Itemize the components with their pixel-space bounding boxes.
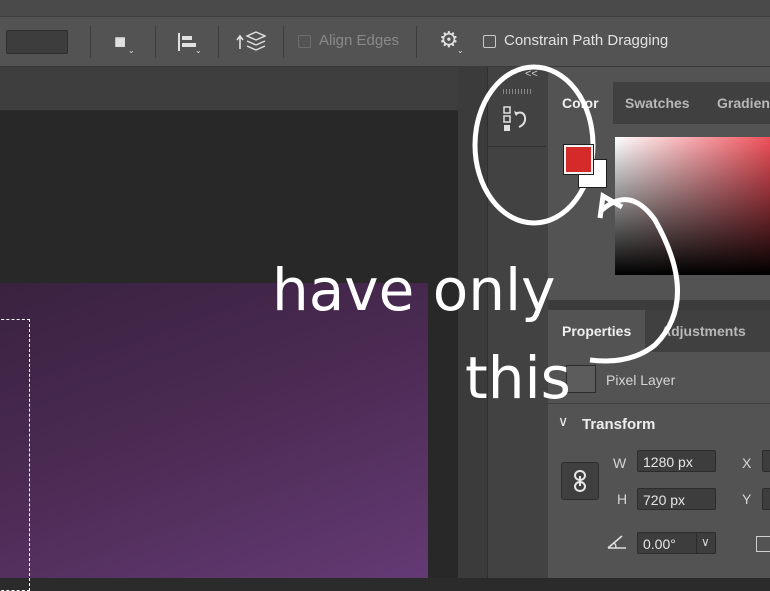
checkbox-partial[interactable] <box>756 536 770 552</box>
x-label: X <box>742 455 752 471</box>
transform-section-title[interactable]: Transform <box>582 416 655 433</box>
y-field[interactable] <box>762 488 770 510</box>
field-divider <box>696 533 697 553</box>
menu-strip <box>0 0 770 17</box>
collapse-dock-icon[interactable]: << <box>525 68 538 80</box>
height-field[interactable]: 720 px <box>637 488 716 510</box>
options-separator <box>155 26 156 58</box>
chevron-down-icon[interactable]: ⌄ <box>128 46 135 55</box>
dock-grip[interactable] <box>503 89 531 94</box>
collapsed-panel-dock <box>487 67 549 578</box>
section-divider <box>548 403 770 404</box>
chevron-down-icon[interactable]: ∨ <box>558 413 568 430</box>
arrange-layers-icon[interactable] <box>236 29 267 55</box>
align-edges-checkbox[interactable] <box>298 35 311 48</box>
square-fill-icon[interactable]: ■ <box>114 32 126 52</box>
chevron-down-icon[interactable]: ⌄ <box>457 46 464 55</box>
options-input-field[interactable] <box>6 30 68 54</box>
selection-marquee <box>0 319 30 591</box>
chevron-down-icon[interactable]: ⌄ <box>195 46 202 55</box>
foreground-color-swatch[interactable] <box>563 144 594 175</box>
y-label: Y <box>742 491 752 507</box>
options-separator <box>90 26 91 58</box>
document-tab-strip <box>0 67 458 111</box>
options-separator <box>283 26 284 58</box>
x-field[interactable] <box>762 450 770 472</box>
dock-divider <box>488 146 546 147</box>
angle-icon <box>606 533 628 551</box>
tab-adjustments[interactable]: Adjustments <box>647 310 760 352</box>
options-separator <box>218 26 219 58</box>
height-label: H <box>617 491 628 507</box>
width-field[interactable]: 1280 px <box>637 450 716 472</box>
tab-properties[interactable]: Properties <box>548 310 646 352</box>
chevron-down-icon[interactable]: ∨ <box>701 535 710 549</box>
tab-color[interactable]: Color <box>548 82 613 124</box>
align-edges-label: Align Edges <box>319 32 400 49</box>
width-label: W <box>613 455 627 471</box>
color-panel-tabs: Color Swatches Gradients <box>548 82 770 124</box>
constrain-path-checkbox[interactable] <box>483 35 496 48</box>
properties-panel-tabs: Properties Adjustments <box>548 310 770 352</box>
pixel-layer-icon <box>566 365 596 393</box>
layer-type-label: Pixel Layer <box>606 372 676 388</box>
color-picker-field[interactable] <box>615 137 770 275</box>
dock-gutter <box>458 67 487 578</box>
history-icon[interactable] <box>503 104 533 134</box>
canvas-image[interactable] <box>0 283 428 578</box>
gear-icon[interactable]: ⚙ <box>439 29 459 51</box>
tab-gradients[interactable]: Gradients <box>703 82 770 124</box>
panel-divider <box>548 300 770 310</box>
constrain-path-label: Constrain Path Dragging <box>504 32 669 49</box>
tab-swatches[interactable]: Swatches <box>611 82 704 124</box>
link-icon[interactable] <box>561 462 599 500</box>
options-separator <box>416 26 417 58</box>
